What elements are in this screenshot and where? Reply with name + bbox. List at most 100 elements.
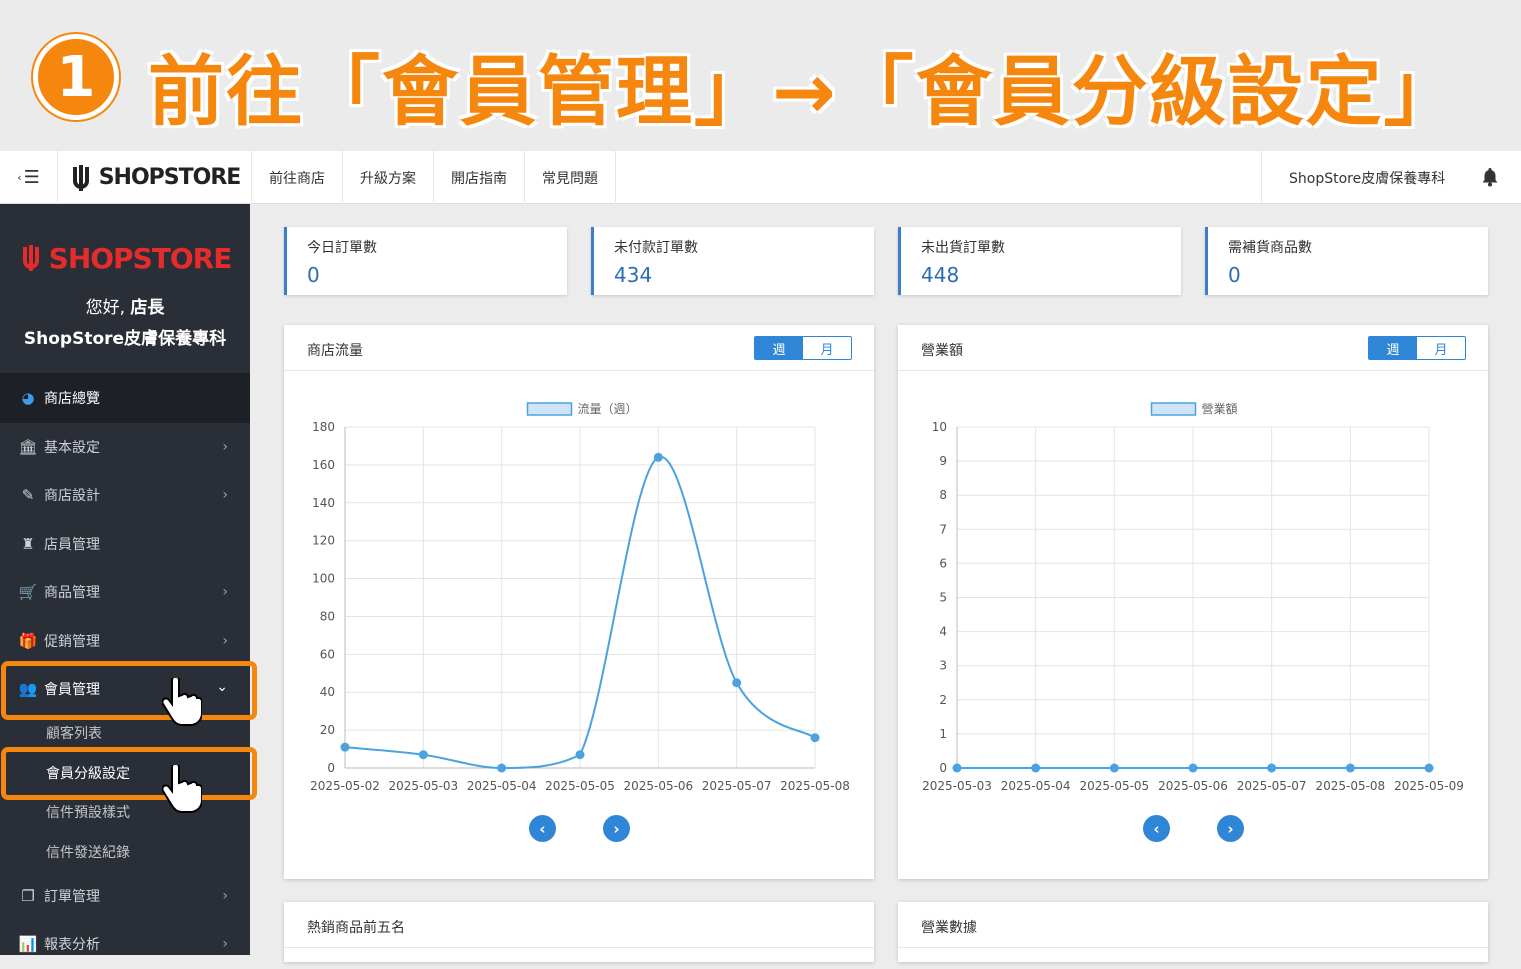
y-tick-label: 5 [939, 591, 947, 605]
magic-wand-icon: ✎ [21, 486, 35, 505]
user-secret-icon: ♜ [21, 534, 35, 553]
top-nav-links: 前往商店 升級方案 開店指南 常見問題 [252, 151, 616, 204]
x-tick-label: 2025-05-08 [780, 779, 850, 793]
nav-faq[interactable]: 常見問題 [525, 151, 616, 204]
y-tick-label: 140 [312, 496, 335, 510]
y-tick-label: 7 [939, 522, 947, 536]
business-data-panel: 營業數據 [898, 902, 1488, 962]
shopstore-mark-icon [72, 164, 89, 191]
highlight-member-management [1, 661, 257, 720]
data-point [1267, 763, 1277, 773]
brand-logo[interactable]: SHOPSTORE [58, 151, 252, 204]
stat-value: 0 [1228, 263, 1241, 287]
week-button[interactable]: 週 [1369, 337, 1417, 359]
data-point [575, 750, 585, 760]
data-point [653, 452, 663, 462]
shopstore-mark-icon [22, 245, 39, 271]
nav-store-guide[interactable]: 開店指南 [434, 151, 525, 204]
sidebar-logo-text: SHOPSTORE [48, 242, 233, 275]
sidebar-store-name: ShopStore皮膚保養專科 [23, 329, 227, 349]
menu-icon: ‹ [17, 171, 22, 184]
x-tick-label: 2025-05-06 [623, 779, 693, 793]
y-tick-label: 20 [320, 723, 335, 737]
y-tick-label: 2 [939, 693, 947, 707]
data-point [497, 763, 507, 773]
month-button[interactable]: 月 [1417, 337, 1465, 359]
y-tick-label: 6 [939, 556, 947, 570]
stat-card-restock-products[interactable]: 需補貨商品數 0 [1205, 227, 1488, 295]
y-tick-label: 8 [939, 488, 947, 502]
sidebar-logo: SHOPSTORE [0, 204, 250, 275]
sidebar: SHOPSTORE 您好, 店長 ShopStore皮膚保養專科 ◕ 商店總覽 … [0, 204, 250, 955]
nav-upgrade-plan[interactable]: 升級方案 [343, 151, 434, 204]
sidebar-item-label: 基本設定 [44, 439, 100, 456]
panel-header: 營業額 週 月 [898, 325, 1488, 371]
sidebar-item-basic-settings[interactable]: 🏛 基本設定 › [0, 423, 250, 472]
nav-go-to-store[interactable]: 前往商店 [252, 151, 343, 204]
sidebar-item-label: 商品管理 [44, 585, 100, 602]
cart-icon: 🛒 [18, 583, 38, 602]
data-point [1345, 763, 1355, 773]
stat-label: 未付款訂單數 [614, 240, 698, 256]
x-tick-label: 2025-05-09 [1394, 779, 1464, 793]
stat-value: 0 [307, 263, 320, 287]
panel-title: 商店流量 [307, 343, 363, 359]
month-button[interactable]: 月 [803, 337, 851, 359]
sidebar-item-label: 店員管理 [44, 536, 100, 553]
banner-title: 前往「會員管理」→「會員分級設定」 [148, 47, 1462, 136]
stat-card-today-orders[interactable]: 今日訂單數 0 [284, 227, 567, 295]
chart-prev-button[interactable]: ‹ [529, 815, 556, 842]
sidebar-item-store-design[interactable]: ✎ 商店設計 › [0, 471, 250, 520]
sidebar-toggle-button[interactable]: ‹ ☰ [0, 151, 58, 204]
panel-header: 熱銷商品前五名 [284, 902, 874, 948]
bank-icon: 🏛 [18, 437, 38, 456]
y-tick-label: 3 [939, 659, 947, 673]
gift-icon: 🎁 [18, 631, 38, 650]
panel-title: 熱銷商品前五名 [307, 920, 405, 936]
stat-label: 今日訂單數 [307, 240, 377, 256]
sidebar-item-promotion-management[interactable]: 🎁 促銷管理 › [0, 617, 250, 666]
sidebar-item-product-management[interactable]: 🛒 商品管理 › [0, 568, 250, 617]
sidebar-item-staff-management[interactable]: ♜ 店員管理 [0, 520, 250, 569]
data-point [952, 763, 962, 773]
step-number-badge: 1 [33, 34, 119, 120]
week-button[interactable]: 週 [755, 337, 803, 359]
y-tick-label: 4 [939, 625, 947, 639]
x-tick-label: 2025-05-06 [1158, 779, 1228, 793]
brand-name: SHOPSTORE [98, 165, 242, 190]
instruction-banner: 1 前往「會員管理」→「會員分級設定」 [0, 0, 1521, 151]
y-tick-label: 1 [939, 727, 947, 741]
stat-card-unshipped-orders[interactable]: 未出貨訂單數 448 [898, 227, 1181, 295]
x-tick-label: 2025-05-02 [310, 779, 380, 793]
chevron-right-icon: › [222, 887, 228, 904]
stat-card-unpaid-orders[interactable]: 未付款訂單數 434 [591, 227, 874, 295]
chart-prev-button[interactable]: ‹ [1143, 815, 1170, 842]
y-tick-label: 0 [327, 761, 335, 775]
legend-swatch [1150, 402, 1197, 416]
copy-icon: ❐ [21, 886, 35, 905]
hand-pointer-icon [162, 678, 202, 726]
legend-label: 營業額 [1202, 402, 1238, 416]
highlight-member-tier-settings [1, 747, 257, 800]
hand-pointer-icon [162, 765, 202, 813]
sidebar-item-report-analysis[interactable]: 📊 報表分析 › [0, 920, 250, 969]
sidebar-item-order-management[interactable]: ❐ 訂單管理 › [0, 872, 250, 921]
chart-next-button[interactable]: › [603, 815, 630, 842]
legend-swatch [526, 402, 573, 416]
data-point [1031, 763, 1041, 773]
stat-label: 未出貨訂單數 [921, 240, 1005, 256]
x-tick-label: 2025-05-04 [1001, 779, 1071, 793]
x-tick-label: 2025-05-07 [1237, 779, 1307, 793]
chart-next-button[interactable]: › [1217, 815, 1244, 842]
bell-icon[interactable] [1481, 167, 1499, 187]
data-point [1188, 763, 1198, 773]
y-tick-label: 120 [312, 534, 335, 548]
x-tick-label: 2025-05-05 [545, 779, 615, 793]
chevron-right-icon: › [222, 632, 228, 649]
sidebar-subitem-email-log[interactable]: 信件發送紀錄 [0, 832, 250, 872]
sidebar-header: SHOPSTORE 您好, 店長 ShopStore皮膚保養專科 [0, 204, 250, 374]
chevron-right-icon: › [222, 936, 228, 952]
data-point [340, 742, 350, 752]
sidebar-item-store-overview[interactable]: ◕ 商店總覽 [0, 374, 250, 423]
bar-chart-icon: 📊 [18, 935, 38, 954]
